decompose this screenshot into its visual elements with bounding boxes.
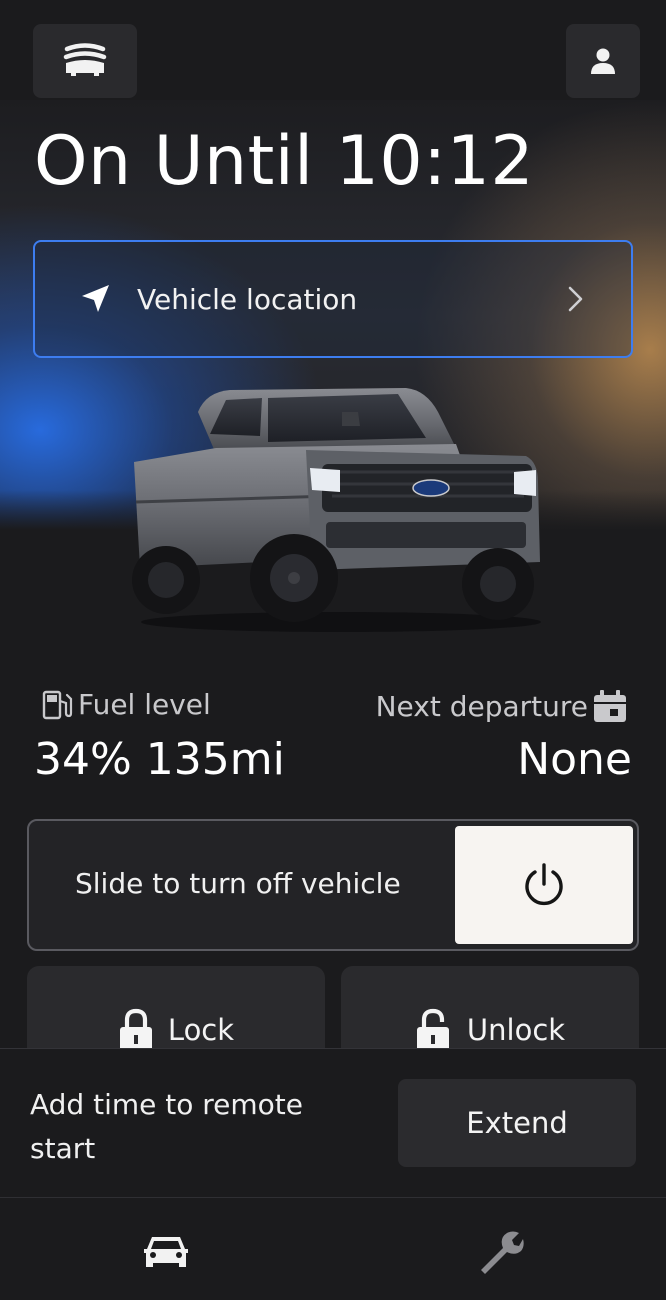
fuel-level-value: 34% 135mi (34, 734, 285, 785)
fuel-level-text: Fuel level (78, 688, 211, 721)
profile-button[interactable] (566, 24, 640, 98)
lock-label: Lock (167, 1013, 235, 1047)
tab-vehicle[interactable] (136, 1226, 196, 1276)
car-icon (144, 1237, 188, 1267)
navigation-arrow-icon (82, 285, 109, 312)
remote-start-sheet: Add time to remote start Extend (0, 1048, 666, 1198)
next-departure-text: Next departure (375, 689, 588, 723)
fuel-pump-icon (42, 690, 73, 719)
slider-label: Slide to turn off vehicle (75, 867, 401, 900)
slider-handle[interactable] (455, 826, 633, 944)
unlock-label: Unlock (466, 1013, 566, 1047)
fuel-level-label: Fuel level (40, 688, 211, 721)
vehicle-location-button[interactable]: Vehicle location (33, 240, 633, 358)
lock-icon (119, 1008, 152, 1052)
vehicle-location-label: Vehicle location (137, 282, 358, 316)
app-screen: On Until 10:12 Vehicle location Fuel lev… (0, 0, 666, 1300)
turn-off-vehicle-slider[interactable]: Slide to turn off vehicle (27, 819, 639, 951)
remote-start-message: Add time to remote start (30, 1088, 304, 1165)
next-departure-value: None (517, 734, 632, 785)
calendar-icon (594, 690, 626, 722)
next-departure-label: Next departure (376, 688, 628, 724)
person-icon (591, 48, 615, 74)
extend-button[interactable]: Extend (398, 1079, 636, 1167)
vehicle-image (132, 388, 541, 632)
remote-start-status-title: On Until 10:12 (34, 122, 535, 201)
wrench-icon (481, 1231, 524, 1274)
tab-service[interactable] (470, 1226, 530, 1276)
vehicle-menu-button[interactable] (33, 24, 137, 98)
bottom-tab-bar (0, 1197, 666, 1300)
stacked-lines-car-icon (63, 43, 107, 76)
chevron-right-icon (568, 286, 583, 312)
power-icon (525, 863, 563, 906)
unlock-icon (416, 1008, 449, 1052)
